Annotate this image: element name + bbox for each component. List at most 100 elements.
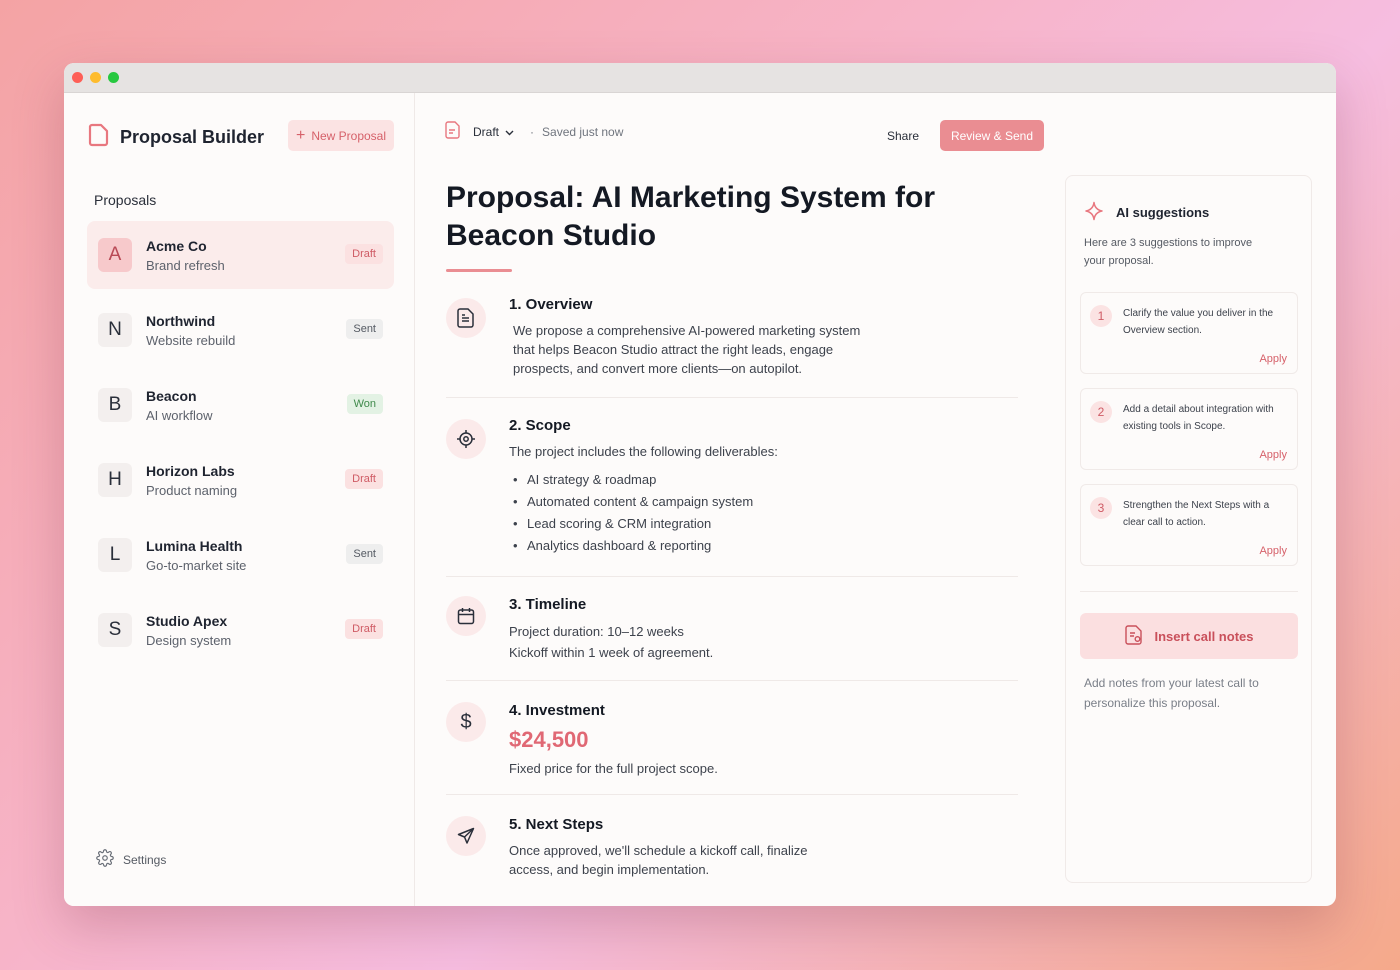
avatar: L [98, 538, 132, 572]
chevron-down-icon [505, 125, 514, 139]
proposal-item[interactable]: A Acme Co Brand refresh Draft [87, 221, 394, 289]
document-icon [446, 298, 486, 338]
avatar: N [98, 313, 132, 347]
main-content: Draft · Saved just now Share Review & Se… [416, 93, 1336, 906]
status-badge: Draft [345, 619, 383, 639]
maximize-window-button[interactable] [108, 72, 119, 83]
insert-call-notes-button[interactable]: Insert call notes [1080, 613, 1298, 659]
suggestion-card: 3 Strengthen the Next Steps with a clear… [1080, 484, 1298, 566]
timeline-section: 3. Timeline Project duration: 10–12 week… [446, 577, 1018, 681]
overview-text: We propose a comprehensive AI-powered ma… [513, 323, 861, 376]
scope-intro: The project includes the following deliv… [509, 444, 778, 459]
status-badge: Draft [345, 244, 383, 264]
proposals-heading: Proposals [94, 192, 157, 208]
section-title: 5. Next Steps [509, 816, 604, 833]
section-title: 1. Overview [509, 296, 593, 313]
saved-status: Saved just now [542, 124, 624, 139]
draft-status-label: Draft [473, 124, 500, 139]
avatar: S [98, 613, 132, 647]
timeline-kickoff: Kickoff within 1 week of agreement. [509, 645, 714, 660]
scope-section: 2. Scope The project includes the follow… [446, 398, 1018, 577]
share-button[interactable]: Share [887, 129, 919, 143]
target-icon [446, 419, 486, 459]
proposal-item[interactable]: N Northwind Website rebuild Sent [87, 296, 394, 364]
calendar-icon [446, 596, 486, 636]
insert-call-notes-label: Insert call notes [1154, 628, 1254, 644]
avatar: A [98, 238, 132, 272]
avatar: H [98, 463, 132, 497]
app-title: Proposal Builder [120, 127, 265, 147]
suggestion-text: Add a detail about integration with exis… [1123, 404, 1274, 432]
proposal-subtitle: AI workflow [146, 407, 213, 423]
insert-call-notes-hint: Add notes from your latest call to perso… [1084, 676, 1259, 710]
suggestion-number: 2 [1090, 401, 1112, 423]
proposal-list: A Acme Co Brand refresh Draft N Northwind… [87, 221, 394, 671]
proposal-subtitle: Product naming [146, 482, 238, 498]
document-title: Proposal: AI Marketing System for Beacon… [446, 181, 935, 252]
proposal-item[interactable]: B Beacon AI workflow Won [87, 371, 394, 439]
proposal-subtitle: Website rebuild [146, 332, 236, 348]
proposal-subtitle: Brand refresh [146, 257, 225, 273]
proposal-name: Horizon Labs [146, 462, 235, 479]
status-badge: Sent [346, 544, 383, 564]
proposal-name: Lumina Health [146, 537, 243, 554]
review-send-button[interactable]: Review & Send [940, 120, 1044, 151]
next-steps-section: 5. Next Steps Once approved, we'll sched… [446, 795, 1018, 895]
section-title: 4. Investment [509, 702, 605, 719]
proposal-item[interactable]: S Studio Apex Design system Draft [87, 596, 394, 664]
sidebar: Proposal Builder + New Proposal Proposal… [64, 93, 415, 906]
timeline-duration: Project duration: 10–12 weeks [509, 624, 684, 639]
apply-button[interactable]: Apply [1259, 545, 1287, 557]
suggestion-card: 1 Clarify the value you deliver in the O… [1080, 292, 1298, 374]
send-icon [446, 816, 486, 856]
list-item: Analytics dashboard & reporting [509, 535, 1018, 557]
minimize-window-button[interactable] [90, 72, 101, 83]
separator-dot: · [530, 124, 535, 139]
proposal-item[interactable]: L Lumina Health Go-to-market site Sent [87, 521, 394, 589]
list-item: Lead scoring & CRM integration [509, 513, 1018, 535]
investment-note: Fixed price for the full project scope. [509, 761, 718, 776]
ai-panel-title: AI suggestions [1116, 205, 1210, 220]
suggestion-text: Strengthen the Next Steps with a clear c… [1123, 500, 1270, 528]
section-title: 2. Scope [509, 417, 571, 434]
status-badge: Won [346, 394, 383, 414]
app-window: Proposal Builder + New Proposal Proposal… [64, 63, 1336, 906]
close-window-button[interactable] [72, 72, 83, 83]
ai-panel-header: AI suggestions [1084, 201, 1209, 224]
ai-suggestions-panel: AI suggestions Here are 3 suggestions to… [1065, 175, 1312, 883]
investment-price: $24,500 [509, 727, 589, 752]
new-proposal-button[interactable]: + New Proposal [288, 120, 394, 151]
dollar-icon: $ [446, 702, 486, 742]
proposal-name: Acme Co [146, 237, 207, 254]
document-sections: 1. Overview We propose a comprehensive A… [446, 296, 1018, 895]
suggestion-number: 1 [1090, 305, 1112, 327]
investment-section: $ 4. Investment $24,500 Fixed price for … [446, 681, 1018, 795]
ai-intro-text: Here are 3 suggestions to improve your p… [1084, 237, 1253, 267]
apply-button[interactable]: Apply [1259, 353, 1287, 365]
gear-icon [96, 849, 114, 870]
proposal-name: Beacon [146, 387, 197, 404]
settings-label: Settings [123, 852, 167, 867]
notes-icon [1124, 624, 1143, 648]
draft-status-dropdown[interactable]: Draft [473, 125, 514, 139]
list-item: AI strategy & roadmap [509, 469, 1018, 491]
status-badge: Sent [346, 319, 383, 339]
document-toolbar: Draft · Saved just now [445, 121, 623, 142]
window-titlebar [64, 63, 1336, 93]
next-steps-text: Once approved, we'll schedule a kickoff … [509, 843, 808, 877]
suggestion-number: 3 [1090, 497, 1112, 519]
title-underline [446, 269, 512, 272]
document-logo-icon [88, 123, 110, 152]
avatar: B [98, 388, 132, 422]
proposal-subtitle: Design system [146, 632, 232, 648]
proposal-name: Studio Apex [146, 612, 228, 629]
settings-link[interactable]: Settings [96, 849, 166, 870]
plus-icon: + [295, 126, 306, 144]
apply-button[interactable]: Apply [1259, 449, 1287, 461]
sparkle-icon [1084, 201, 1104, 224]
list-item: Automated content & campaign system [509, 491, 1018, 513]
proposal-item[interactable]: H Horizon Labs Product naming Draft [87, 446, 394, 514]
divider [1080, 591, 1298, 592]
proposal-subtitle: Go-to-market site [146, 557, 247, 573]
suggestion-card: 2 Add a detail about integration with ex… [1080, 388, 1298, 470]
